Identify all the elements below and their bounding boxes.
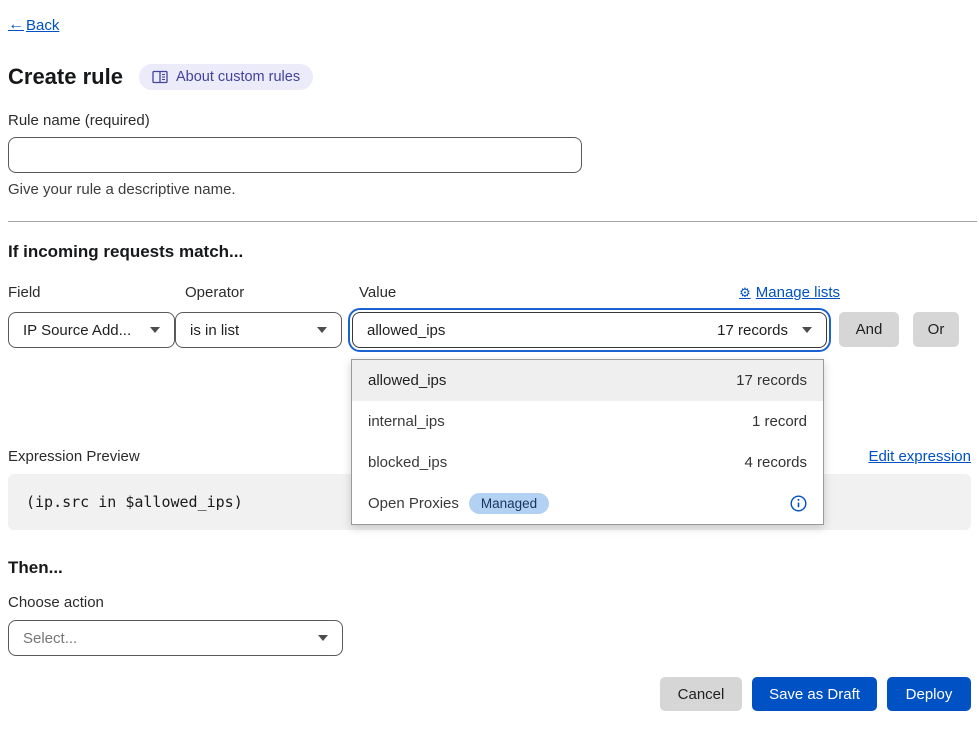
chevron-down-icon xyxy=(318,635,328,641)
rule-name-label: Rule name (required) xyxy=(8,112,971,129)
cancel-button[interactable]: Cancel xyxy=(660,677,742,711)
manage-lists-label: Manage lists xyxy=(756,284,840,301)
field-label: Field xyxy=(8,284,175,301)
action-select-placeholder: Select... xyxy=(23,630,77,647)
rule-name-input[interactable] xyxy=(8,137,582,173)
field-select-value: IP Source Add... xyxy=(23,322,131,339)
list-item-blocked-ips[interactable]: blocked_ips 4 records xyxy=(352,442,823,483)
match-section-heading: If incoming requests match... xyxy=(8,242,971,264)
chevron-down-icon xyxy=(802,327,812,333)
field-select[interactable]: IP Source Add... xyxy=(8,312,175,348)
list-item-open-proxies[interactable]: Open Proxies Managed xyxy=(352,483,823,524)
condition-labels-row: Field Operator Value ⚙ Manage lists xyxy=(8,283,971,301)
operator-label: Operator xyxy=(185,284,352,301)
condition-row: IP Source Add... is in list allowed_ips … xyxy=(8,312,971,348)
chevron-down-icon xyxy=(317,327,327,333)
edit-expression-link[interactable]: Edit expression xyxy=(868,448,971,465)
back-arrow-icon: ← xyxy=(8,16,24,34)
choose-action-label: Choose action xyxy=(8,594,971,612)
or-button[interactable]: Or xyxy=(913,312,959,347)
back-link[interactable]: ← Back xyxy=(8,16,59,34)
action-select[interactable]: Select... xyxy=(8,620,343,656)
back-label: Back xyxy=(26,17,59,34)
manage-lists-link[interactable]: ⚙ Manage lists xyxy=(739,284,840,301)
chevron-down-icon xyxy=(150,327,160,333)
section-divider xyxy=(8,221,977,222)
rule-name-helper: Give your rule a descriptive name. xyxy=(8,181,971,198)
footer-actions: Cancel Save as Draft Deploy xyxy=(8,677,971,711)
info-icon[interactable] xyxy=(790,495,807,512)
value-select-value: allowed_ips xyxy=(367,322,445,339)
value-label: Value xyxy=(359,284,396,301)
list-item-internal-ips[interactable]: internal_ips 1 record xyxy=(352,401,823,442)
about-badge-label: About custom rules xyxy=(176,69,300,85)
create-rule-page: ← Back Create rule About custom rules Ru… xyxy=(0,0,979,711)
managed-badge: Managed xyxy=(469,493,549,514)
page-title: Create rule xyxy=(8,64,123,90)
book-icon xyxy=(152,70,168,84)
gear-icon: ⚙ xyxy=(739,285,751,301)
list-item-records: 4 records xyxy=(744,454,807,471)
save-as-draft-button[interactable]: Save as Draft xyxy=(752,677,877,711)
about-custom-rules-link[interactable]: About custom rules xyxy=(139,64,313,90)
then-section-heading: Then... xyxy=(8,558,971,580)
list-dropdown: allowed_ips 17 records internal_ips 1 re… xyxy=(351,359,824,525)
list-item-allowed-ips[interactable]: allowed_ips 17 records xyxy=(352,360,823,401)
operator-select[interactable]: is in list xyxy=(175,312,342,348)
list-item-records: 17 records xyxy=(736,372,807,389)
title-row: Create rule About custom rules xyxy=(8,64,971,90)
operator-select-value: is in list xyxy=(190,322,239,339)
list-item-name: allowed_ips xyxy=(368,372,446,389)
value-select-records: 17 records xyxy=(717,322,788,339)
value-select[interactable]: allowed_ips 17 records xyxy=(352,312,827,348)
expression-preview-label: Expression Preview xyxy=(8,448,140,465)
expression-code: (ip.src in $allowed_ips) xyxy=(26,493,243,511)
list-item-records: 1 record xyxy=(752,413,807,430)
list-item-name: internal_ips xyxy=(368,413,445,430)
deploy-button[interactable]: Deploy xyxy=(887,677,971,711)
list-item-name: Open Proxies xyxy=(368,495,459,512)
list-item-name: blocked_ips xyxy=(368,454,447,471)
value-select-wrap: allowed_ips 17 records allowed_ips 17 re… xyxy=(349,312,830,348)
and-button[interactable]: And xyxy=(839,312,899,347)
